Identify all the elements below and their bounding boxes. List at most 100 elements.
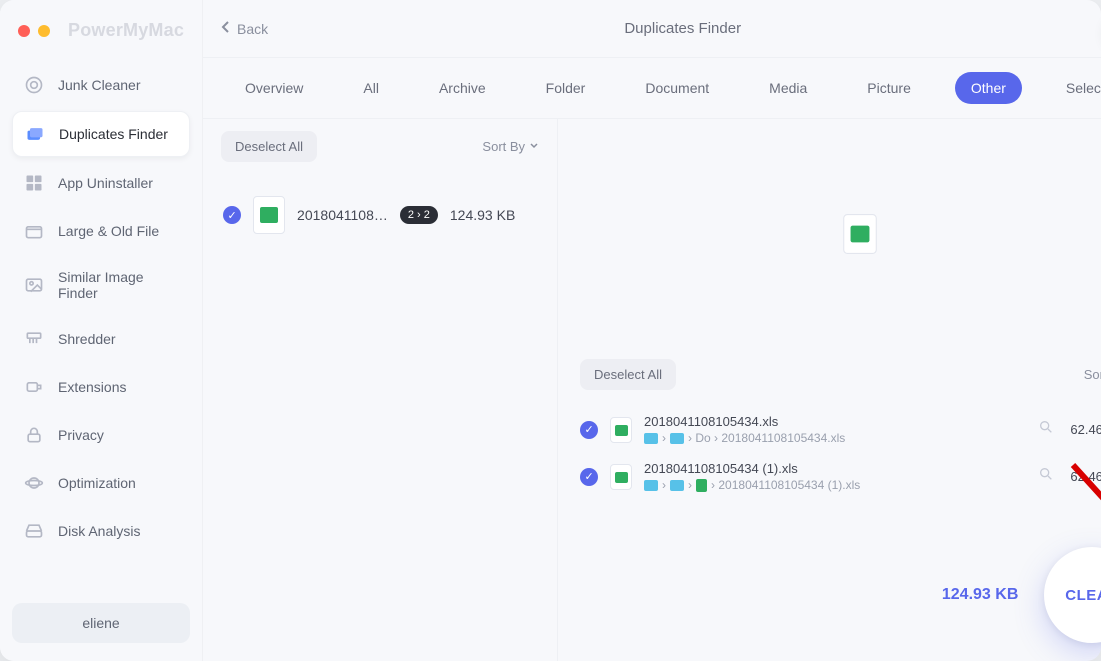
detail-toolbar: Deselect All Sort By — [558, 349, 1101, 400]
image-icon — [24, 275, 44, 295]
reveal-in-finder-button[interactable] — [1034, 418, 1058, 442]
file-preview — [558, 119, 1101, 349]
file-meta: 2018041108105434.xls › › Do › 2018041108… — [644, 414, 1022, 445]
sidebar-item-junk-cleaner[interactable]: Junk Cleaner — [12, 63, 190, 107]
target-icon — [24, 75, 44, 95]
sidebar-item-large-old[interactable]: Large & Old File — [12, 209, 190, 253]
apps-icon — [24, 173, 44, 193]
sort-label: Sort By — [1084, 367, 1101, 382]
spreadsheet-icon — [610, 464, 632, 490]
back-button[interactable]: Back — [221, 20, 268, 37]
minimize-icon[interactable] — [38, 25, 50, 37]
sidebar-item-label: Extensions — [58, 379, 126, 395]
sidebar-item-extensions[interactable]: Extensions — [12, 365, 190, 409]
search-icon — [1038, 466, 1054, 487]
search-icon — [1038, 419, 1054, 440]
file-size: 62.46 KB — [1070, 422, 1101, 437]
sidebar-item-label: Optimization — [58, 475, 136, 491]
spreadsheet-icon — [610, 417, 632, 443]
close-icon[interactable] — [18, 25, 30, 37]
file-checkbox[interactable]: ✓ — [580, 468, 598, 486]
detail-deselect-all-button[interactable]: Deselect All — [580, 359, 676, 390]
footer: 124.93 KB CLEAN — [942, 547, 1101, 643]
sidebar-item-label: Similar Image Finder — [58, 269, 178, 301]
chevron-left-icon — [221, 20, 231, 37]
puzzle-icon — [24, 377, 44, 397]
titlebar: PowerMyMac — [12, 12, 190, 59]
file-row[interactable]: ✓ 2018041108105434.xls › › Do › 20180411… — [568, 406, 1101, 453]
back-label: Back — [237, 21, 268, 37]
sidebar-item-shredder[interactable]: Shredder — [12, 317, 190, 361]
shredder-icon — [24, 329, 44, 349]
file-name: 2018041108105434 (1).xls — [644, 461, 1022, 476]
tab-all[interactable]: All — [347, 72, 395, 104]
sort-by-button[interactable]: Sort By — [482, 139, 539, 154]
sort-label: Sort By — [482, 139, 525, 154]
sidebar-item-app-uninstaller[interactable]: App Uninstaller — [12, 161, 190, 205]
group-size: 124.93 KB — [450, 207, 515, 223]
folder-icon — [670, 480, 684, 491]
spreadsheet-icon — [253, 196, 285, 234]
brand-text: PowerMyMac — [68, 20, 184, 41]
tab-archive[interactable]: Archive — [423, 72, 502, 104]
clean-button[interactable]: CLEAN — [1044, 547, 1101, 643]
clean-label: CLEAN — [1065, 587, 1101, 604]
folder-icon — [644, 433, 658, 444]
duplicate-group-row[interactable]: ✓ 2018041108… 2 › 2 124.93 KB — [215, 184, 545, 246]
folder-stack-icon — [25, 124, 45, 144]
tab-overview[interactable]: Overview — [229, 72, 319, 104]
sidebar-nav: Junk Cleaner Duplicates Finder App Unins… — [12, 63, 190, 553]
reveal-in-finder-button[interactable] — [1034, 465, 1058, 489]
box-icon — [24, 221, 44, 241]
group-list: ✓ 2018041108… 2 › 2 124.93 KB — [203, 174, 557, 256]
file-meta: 2018041108105434 (1).xls › › › 201804110… — [644, 461, 1022, 492]
sidebar-item-disk-analysis[interactable]: Disk Analysis — [12, 509, 190, 553]
path-segment: › 2018041108105434 (1).xls — [711, 478, 860, 492]
tab-media[interactable]: Media — [753, 72, 823, 104]
file-list: ✓ 2018041108105434.xls › › Do › 20180411… — [558, 400, 1101, 506]
sidebar-item-privacy[interactable]: Privacy — [12, 413, 190, 457]
folder-icon — [670, 433, 684, 444]
file-size: 62.46 KB — [1070, 469, 1101, 484]
sidebar-item-label: Disk Analysis — [58, 523, 140, 539]
spreadsheet-icon — [843, 214, 877, 254]
deselect-all-button[interactable]: Deselect All — [221, 131, 317, 162]
folder-icon — [644, 480, 658, 491]
sidebar: PowerMyMac Junk Cleaner Duplicates Finde… — [0, 0, 203, 661]
file-icon — [696, 479, 707, 492]
sidebar-item-label: Shredder — [58, 331, 116, 347]
planet-icon — [24, 473, 44, 493]
page-title: Duplicates Finder — [624, 20, 741, 37]
category-tabs: Overview All Archive Folder Document Med… — [203, 58, 1101, 119]
sidebar-item-label: Large & Old File — [58, 223, 159, 239]
group-name: 2018041108… — [297, 207, 388, 223]
sidebar-item-label: Privacy — [58, 427, 104, 443]
tab-folder[interactable]: Folder — [530, 72, 602, 104]
tab-document[interactable]: Document — [629, 72, 725, 104]
path-segment: › Do › 2018041108105434.xls — [688, 431, 845, 445]
file-row[interactable]: ✓ 2018041108105434 (1).xls › › › 2018041… — [568, 453, 1101, 500]
group-count-badge: 2 › 2 — [400, 206, 438, 224]
sidebar-item-label: App Uninstaller — [58, 175, 153, 191]
group-checkbox[interactable]: ✓ — [223, 206, 241, 224]
tab-picture[interactable]: Picture — [851, 72, 927, 104]
detail-sort-by-button[interactable]: Sort By — [1084, 367, 1101, 382]
group-pane: Deselect All Sort By ✓ 2018041108… 2 › 2 — [203, 119, 558, 661]
group-toolbar: Deselect All Sort By — [203, 119, 557, 174]
file-name: 2018041108105434.xls — [644, 414, 1022, 429]
sidebar-item-label: Junk Cleaner — [58, 77, 141, 93]
tab-other[interactable]: Other — [955, 72, 1022, 104]
sidebar-item-optimization[interactable]: Optimization — [12, 461, 190, 505]
main-area: Back Duplicates Finder ? Overview All Ar… — [203, 0, 1101, 661]
user-account[interactable]: eliene — [12, 603, 190, 643]
file-checkbox[interactable]: ✓ — [580, 421, 598, 439]
window-controls — [18, 25, 50, 37]
sidebar-item-duplicates[interactable]: Duplicates Finder — [12, 111, 190, 157]
app-window: PowerMyMac Junk Cleaner Duplicates Finde… — [0, 0, 1101, 661]
header: Back Duplicates Finder ? — [203, 0, 1101, 58]
tab-selected[interactable]: Selected — [1050, 72, 1101, 104]
sidebar-item-similar-image[interactable]: Similar Image Finder — [12, 257, 190, 313]
total-size: 124.93 KB — [942, 586, 1019, 604]
lock-icon — [24, 425, 44, 445]
disk-icon — [24, 521, 44, 541]
